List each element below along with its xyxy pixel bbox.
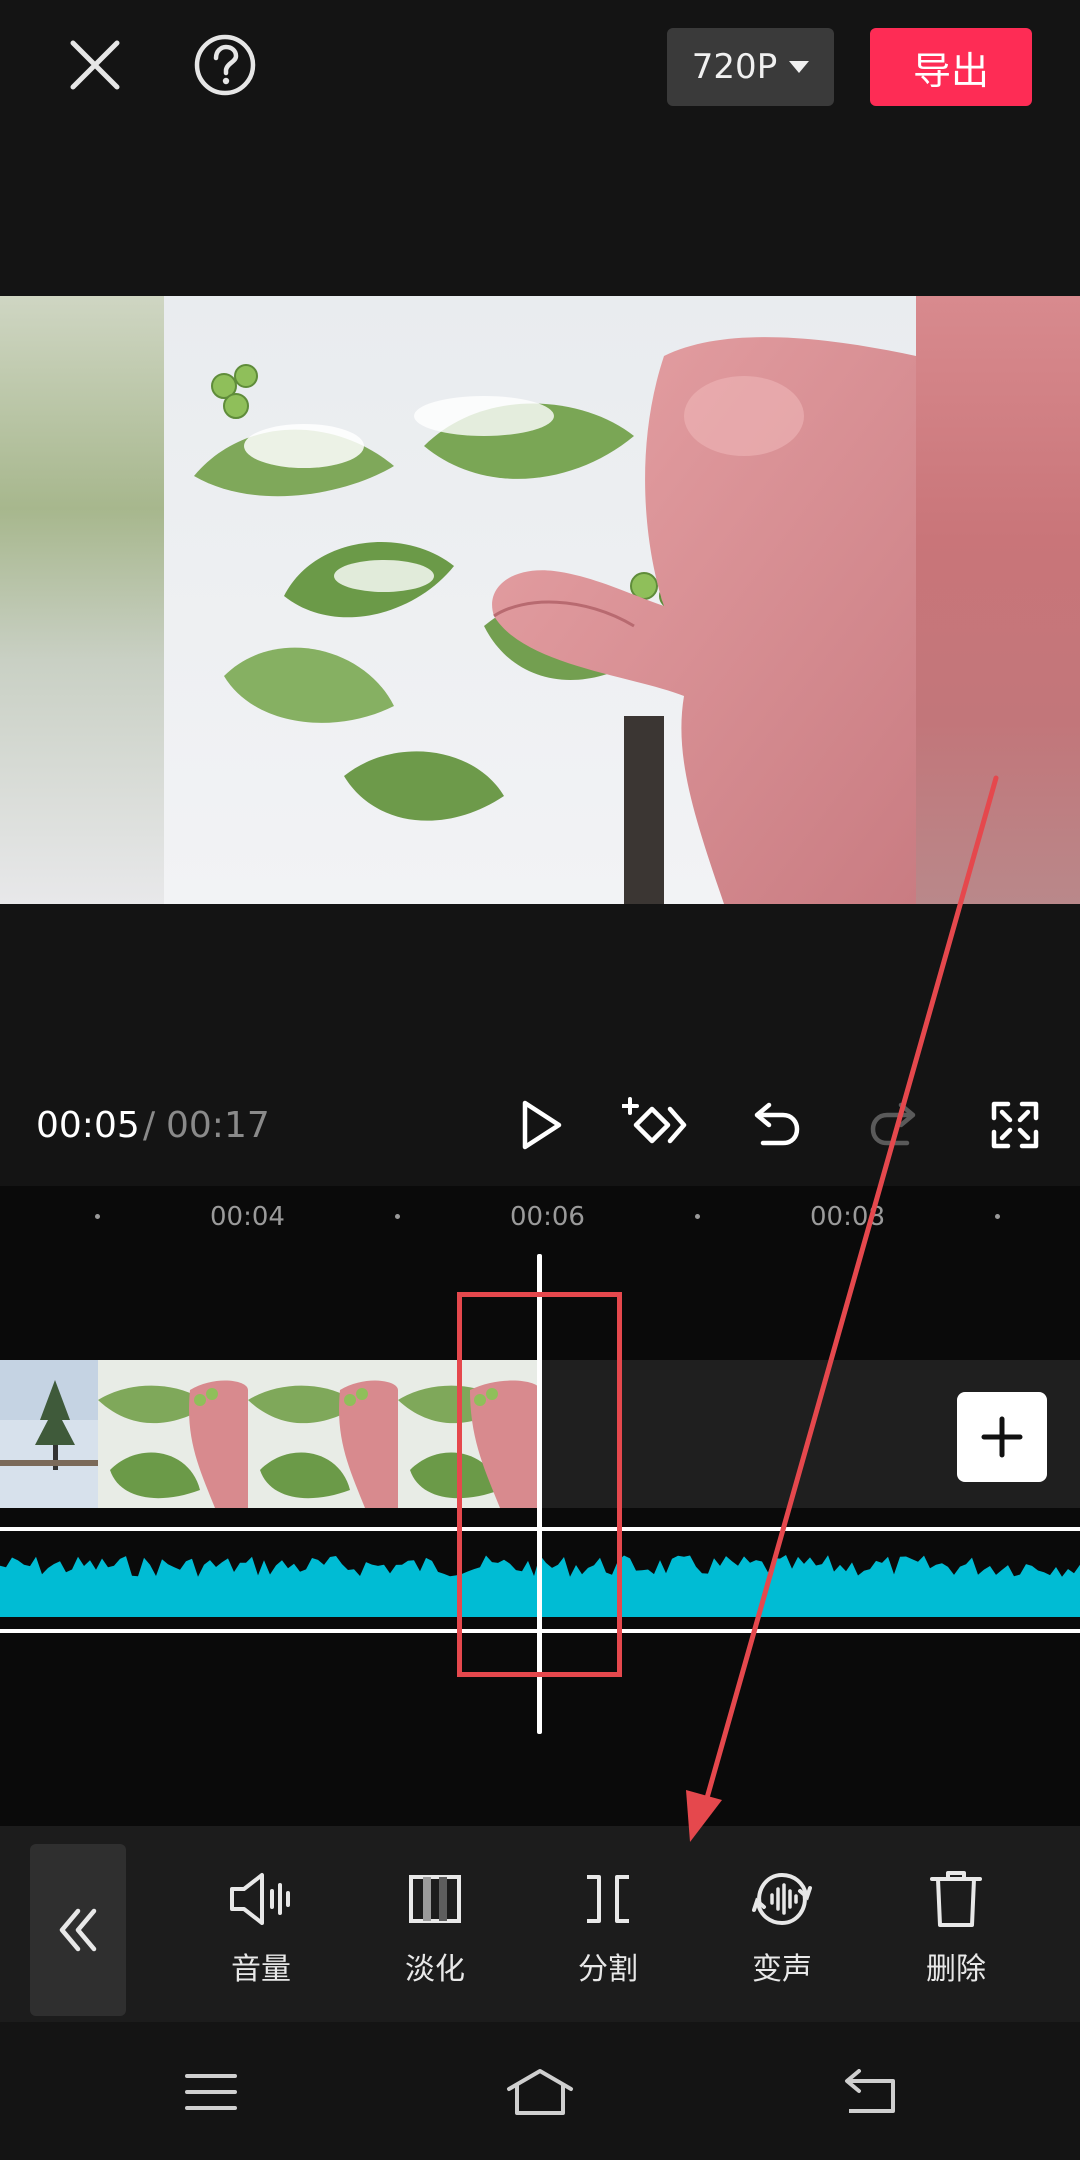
caret-down-icon bbox=[789, 61, 810, 73]
split-icon bbox=[583, 1864, 633, 1934]
close-icon[interactable] bbox=[55, 25, 135, 105]
delete-icon bbox=[928, 1864, 984, 1934]
total-time: 00:17 bbox=[166, 1105, 270, 1146]
ruler-label-0008: 00:08 bbox=[810, 1202, 885, 1232]
ruler-tick bbox=[695, 1214, 700, 1219]
ruler-label-0004: 00:04 bbox=[210, 1202, 285, 1232]
tool-volume-label: 音量 bbox=[231, 1952, 291, 1987]
timeline[interactable]: 00:04 00:06 00:08 bbox=[0, 1186, 1080, 1826]
system-nav-bar bbox=[0, 2022, 1080, 2160]
ruler-tick bbox=[95, 1214, 100, 1219]
menu-icon[interactable] bbox=[161, 2052, 261, 2132]
export-button[interactable]: 导出 bbox=[870, 28, 1032, 106]
play-icon[interactable] bbox=[502, 1090, 582, 1160]
preview-blur-left bbox=[0, 296, 164, 904]
video-preview[interactable] bbox=[0, 296, 1080, 904]
ruler-tick bbox=[395, 1214, 400, 1219]
resolution-dropdown[interactable]: 720P bbox=[667, 28, 834, 106]
tool-fade-label: 淡化 bbox=[405, 1952, 465, 1987]
resolution-label: 720P bbox=[691, 47, 778, 87]
add-keyframe-icon[interactable] bbox=[615, 1090, 695, 1160]
tool-delete[interactable]: 删除 bbox=[896, 1864, 1016, 2004]
tool-voice-change-label: 变声 bbox=[752, 1952, 812, 1987]
home-icon[interactable] bbox=[490, 2052, 590, 2132]
tool-split-label: 分割 bbox=[578, 1952, 638, 1987]
tool-fade[interactable]: 淡化 bbox=[375, 1864, 495, 2004]
time-separator: / bbox=[143, 1105, 156, 1146]
preview-blur-right bbox=[916, 296, 1080, 904]
annotation-highlight-box bbox=[457, 1292, 622, 1677]
collapse-icon[interactable] bbox=[30, 1844, 126, 2016]
tool-delete-label: 删除 bbox=[926, 1952, 986, 1987]
fullscreen-icon[interactable] bbox=[975, 1090, 1055, 1160]
help-icon[interactable] bbox=[185, 25, 265, 105]
bottom-toolbar: 音量 淡化 分割 变声 删除 bbox=[0, 1826, 1080, 2022]
tool-split[interactable]: 分割 bbox=[548, 1864, 668, 2004]
voice-change-icon bbox=[750, 1864, 814, 1934]
volume-icon bbox=[228, 1864, 294, 1934]
redo-icon[interactable] bbox=[855, 1090, 935, 1160]
top-bar: 720P 导出 bbox=[0, 0, 1080, 140]
tool-voice-change[interactable]: 变声 bbox=[722, 1864, 842, 2004]
fade-icon bbox=[407, 1864, 463, 1934]
ruler-tick bbox=[995, 1214, 1000, 1219]
add-clip-button[interactable] bbox=[957, 1392, 1047, 1482]
ruler-label-0006: 00:06 bbox=[510, 1202, 585, 1232]
undo-icon[interactable] bbox=[735, 1090, 815, 1160]
current-time: 00:05 bbox=[36, 1105, 140, 1146]
tool-volume[interactable]: 音量 bbox=[201, 1864, 321, 2004]
plus-icon bbox=[981, 1416, 1023, 1458]
preview-frame-image bbox=[164, 296, 916, 904]
back-icon[interactable] bbox=[819, 2052, 919, 2132]
